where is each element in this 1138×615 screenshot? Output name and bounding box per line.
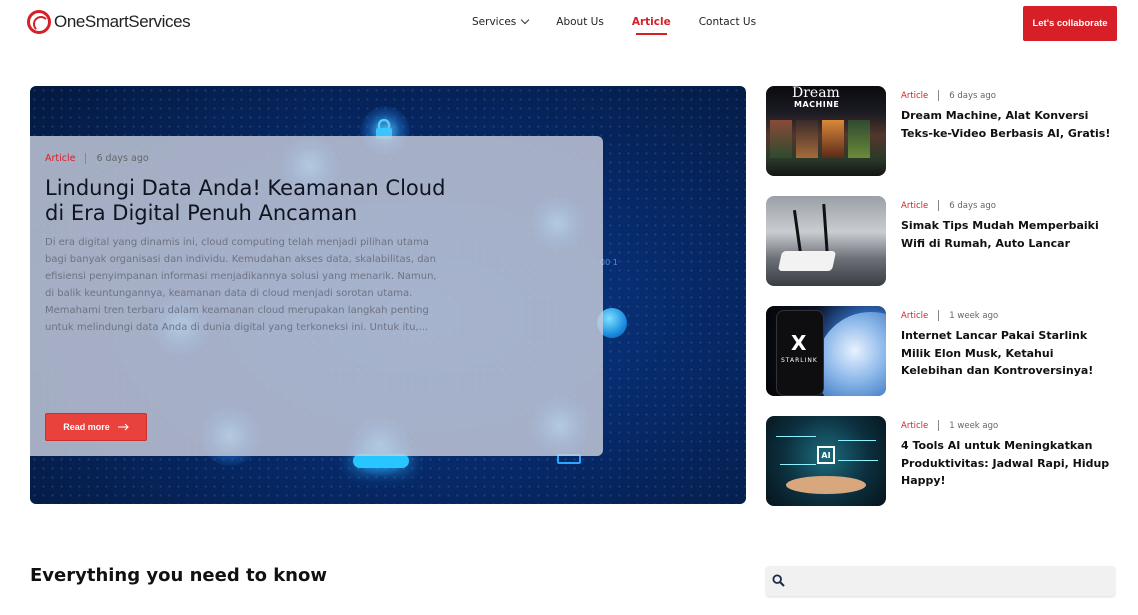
category-label[interactable]: Article	[45, 153, 75, 164]
article-thumbnail[interactable]	[766, 196, 886, 286]
article-meta: Article 6 days ago	[901, 200, 1116, 211]
thumbnail-subtext: STARLINK	[781, 357, 818, 364]
sidebar-article-text: Article 1 week ago 4 Tools AI untuk Meni…	[901, 420, 1116, 490]
nav-item-article[interactable]: Article	[631, 16, 671, 35]
sidebar-article-title[interactable]: Internet Lancar Pakai Starlink Milik Elo…	[901, 327, 1116, 380]
router-icon	[777, 251, 837, 271]
category-label[interactable]: Article	[901, 201, 928, 211]
article-thumbnail[interactable]: AI	[766, 416, 886, 506]
article-meta: Article 1 week ago	[901, 310, 1116, 321]
nav-item-label: Article	[631, 16, 671, 28]
main-nav: Services About Us Article Contact Us	[472, 15, 784, 35]
earth-image	[816, 312, 886, 396]
search-icon	[772, 574, 785, 587]
cloud-icon	[353, 454, 409, 468]
ai-chip-icon: AI	[817, 446, 835, 464]
sidebar-article-text: Article 6 days ago Simak Tips Mudah Memp…	[901, 200, 1116, 252]
collaborate-button[interactable]: Let's collaborate	[1023, 6, 1117, 41]
circuit-line	[776, 436, 816, 437]
circuit-line	[780, 464, 816, 465]
meta-divider	[938, 420, 940, 431]
thumbnail-panel	[848, 120, 870, 158]
date-label: 6 days ago	[96, 153, 149, 164]
search-box[interactable]	[766, 566, 1115, 596]
thumbnail-text: Dream	[792, 86, 840, 101]
article-thumbnail[interactable]: Dream MACHINE	[766, 86, 886, 176]
thumbnail-subtext: MACHINE	[794, 100, 840, 109]
meta-divider	[938, 200, 940, 211]
section-title: Everything you need to know	[30, 565, 327, 586]
read-more-label: Read more	[63, 422, 110, 432]
nav-item-services[interactable]: Services	[472, 15, 530, 28]
sidebar-article-title[interactable]: 4 Tools AI untuk Meningkatkan Produktivi…	[901, 437, 1116, 490]
date-label: 1 week ago	[949, 420, 999, 431]
search-input[interactable]	[790, 570, 1106, 592]
category-label[interactable]: Article	[901, 421, 928, 431]
thumbnail-panel	[796, 120, 818, 158]
circuit-line	[838, 440, 876, 441]
read-more-button[interactable]: Read more	[45, 413, 147, 441]
sidebar-article[interactable]: X STARLINK Article 1 week ago Internet L…	[766, 306, 1118, 396]
brand-logo-icon	[27, 10, 51, 34]
circuit-line	[838, 460, 878, 461]
article-meta: Article 6 days ago	[901, 90, 1116, 101]
router-antenna	[792, 210, 803, 254]
hero-excerpt: Di era digital yang dinamis ini, cloud c…	[45, 237, 437, 333]
arrow-right-icon	[117, 423, 129, 431]
date-label: 6 days ago	[949, 90, 996, 101]
sidebar-article[interactable]: AI Article 1 week ago 4 Tools AI untuk M…	[766, 416, 1118, 506]
site-header: OneSmartServices Services About Us Artic…	[0, 0, 1138, 46]
meta-divider	[938, 90, 940, 101]
brand-name: OneSmartServices	[54, 12, 191, 31]
meta-divider	[938, 310, 940, 321]
nav-item-label: Contact Us	[698, 16, 757, 28]
sidebar-article-text: Article 6 days ago Dream Machine, Alat K…	[901, 90, 1116, 142]
sidebar-article-title[interactable]: Dream Machine, Alat Konversi Teks-ke-Vid…	[901, 107, 1116, 142]
article-meta: Article 6 days ago	[45, 153, 588, 164]
phone-image: X STARLINK	[776, 310, 824, 396]
thumbnail-panel	[822, 120, 844, 158]
date-label: 6 days ago	[949, 200, 996, 211]
featured-article[interactable]: 00 1 Article 6 days ago Lindungi Data An…	[30, 86, 746, 504]
hero-title[interactable]: Lindungi Data Anda! Keamanan Cloud di Er…	[45, 176, 465, 226]
article-meta: Article 1 week ago	[901, 420, 1116, 431]
sidebar-article[interactable]: Dream MACHINE Article 6 days ago Dream M…	[766, 86, 1118, 176]
nav-item-about-us[interactable]: About Us	[556, 16, 604, 28]
sidebar-article-title[interactable]: Simak Tips Mudah Memperbaiki Wifi di Rum…	[901, 217, 1116, 252]
meta-divider	[85, 153, 87, 164]
sidebar-article-text: Article 1 week ago Internet Lancar Pakai…	[901, 310, 1116, 380]
article-thumbnail[interactable]: X STARLINK	[766, 306, 886, 396]
thumbnail-text: X	[791, 331, 807, 355]
hand-image	[786, 476, 866, 494]
nav-item-contact-us[interactable]: Contact Us	[699, 16, 756, 28]
category-label[interactable]: Article	[901, 91, 928, 101]
date-label: 1 week ago	[949, 310, 999, 321]
nav-item-label: Services	[472, 16, 517, 28]
category-label[interactable]: Article	[901, 311, 928, 321]
chevron-down-icon	[521, 15, 530, 25]
router-antenna	[822, 203, 829, 255]
hero-card: Article 6 days ago Lindungi Data Anda! K…	[30, 136, 603, 456]
brand-logo[interactable]: OneSmartServices	[27, 10, 191, 34]
thumbnail-text: AI	[821, 450, 831, 460]
nav-item-label: About Us	[556, 16, 604, 28]
thumbnail-panel	[770, 120, 792, 158]
sidebar-article[interactable]: Article 6 days ago Simak Tips Mudah Memp…	[766, 196, 1118, 286]
